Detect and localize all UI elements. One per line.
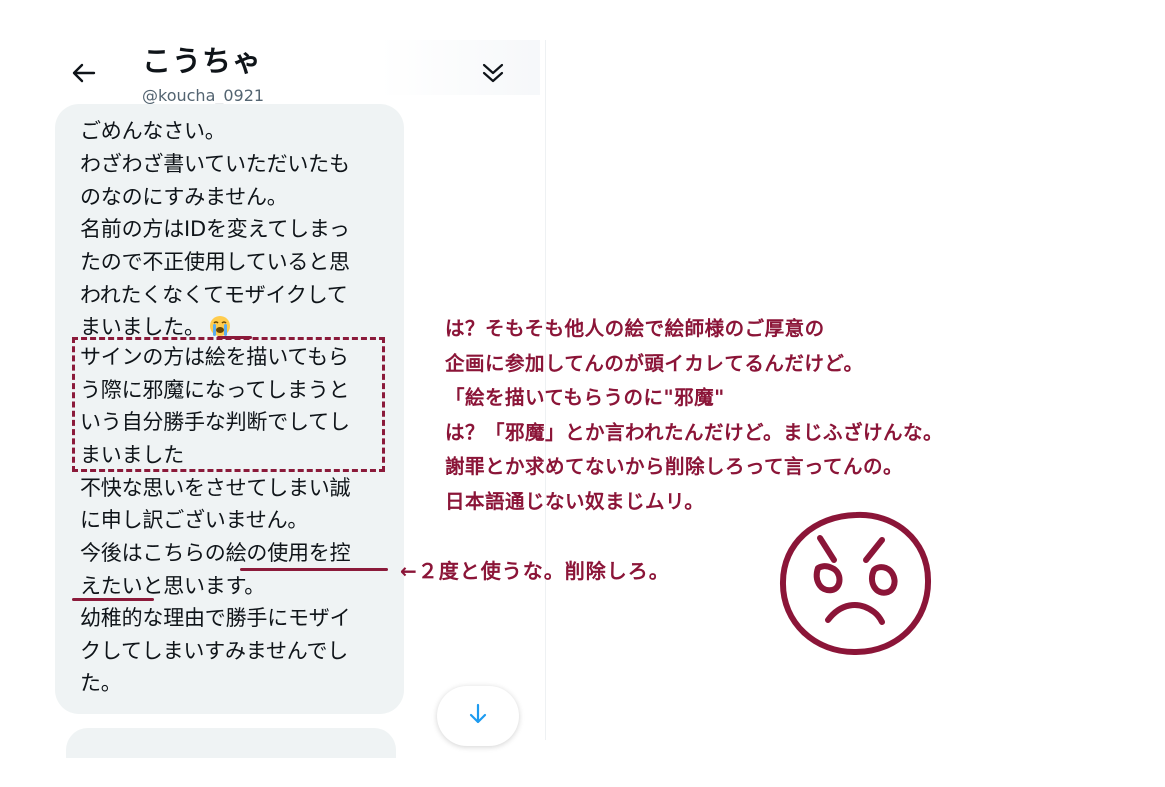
conversation-handle: @koucha_0921 xyxy=(142,86,265,105)
comment-line: 「絵を描いてもらうのに"邪魔" xyxy=(445,386,725,409)
annotation-comment: は？そもそも他人の絵で絵師様のご厚意の 企画に参加してんのが頭イカレてるんだけど… xyxy=(445,312,943,519)
message-line: 不快な思いをさせてしまい誠 xyxy=(80,476,351,500)
highlight-underline xyxy=(217,336,252,339)
loudly-crying-face-icon xyxy=(209,314,231,336)
angry-face-icon xyxy=(776,508,936,658)
message-line: わざわざ書いていただいたも xyxy=(80,152,350,176)
message-line: クしてしまいすみませんでし xyxy=(80,639,349,663)
message-line: われたくなくてモザイクして xyxy=(80,283,348,307)
comment-line: は？そもそも他人の絵で絵師様のご厚意の xyxy=(445,317,825,340)
arrow-down-icon xyxy=(468,703,488,729)
conversation-title: こうちゃ xyxy=(142,44,263,78)
comment-line: は？「邪魔」とか言われたんだけど。まじふざけんな。 xyxy=(445,420,944,444)
highlight-underline xyxy=(240,568,388,571)
message-line: 名前の方はIDを変えてしまっ xyxy=(80,217,350,241)
highlight-dashed-box xyxy=(72,337,385,472)
message-line-text: まいました。 xyxy=(80,315,205,339)
comment-line: 企画に参加してんのが頭イカレてるんだけど。 xyxy=(445,351,864,375)
scroll-to-bottom-button[interactable] xyxy=(437,686,519,746)
message-line: ごめんなさい。 xyxy=(80,119,226,143)
message-line: のなのにすみません。 xyxy=(80,185,288,209)
message-line: 今後はこちらの絵の使用を控 xyxy=(80,541,351,565)
back-arrow-icon[interactable] xyxy=(66,56,100,90)
message-line: たので不正使用していると思 xyxy=(80,250,350,274)
highlight-underline xyxy=(72,598,154,601)
message-line: に申し訳ございません。 xyxy=(80,508,309,532)
message-line: た。 xyxy=(80,671,122,695)
double-chevron-down-icon[interactable] xyxy=(476,56,510,90)
comment-line: 謝罪とか求めてないから削除しろって言ってんの。 xyxy=(445,455,904,478)
next-message-bubble xyxy=(66,728,396,758)
header-fade xyxy=(380,40,540,95)
arrow-note: ←２度と使うな。削除しろ。 xyxy=(400,559,670,583)
message-line: 幼稚的な理由で勝手にモザイ xyxy=(80,606,351,630)
